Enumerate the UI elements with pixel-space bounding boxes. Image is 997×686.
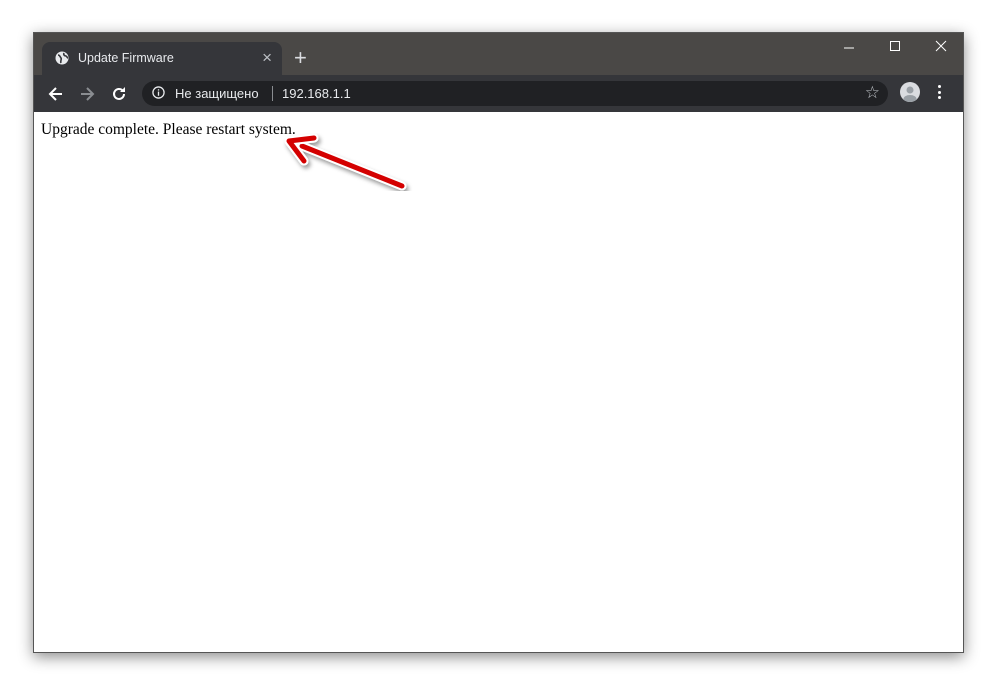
bookmark-star-icon[interactable]: ☆ — [865, 83, 880, 103]
tab-update-firmware[interactable]: Update Firmware × — [42, 42, 282, 75]
maximize-icon — [890, 41, 900, 51]
address-bar[interactable]: Не защищено 192.168.1.1 ☆ — [142, 81, 888, 106]
status-message: Upgrade complete. Please restart system. — [41, 121, 296, 138]
page-content: Upgrade complete. Please restart system. — [34, 112, 963, 652]
back-icon[interactable] — [46, 84, 66, 104]
close-window-button[interactable] — [918, 39, 964, 59]
forward-icon[interactable] — [77, 84, 97, 104]
toolbar: Не защищено 192.168.1.1 ☆ — [34, 75, 963, 112]
browser-window: Update Firmware × + Не защищено 192.168.… — [33, 32, 964, 653]
separator — [272, 86, 273, 101]
title-bar: Update Firmware × + — [34, 33, 963, 75]
close-icon — [935, 40, 947, 52]
new-tab-button[interactable]: + — [294, 45, 307, 71]
tab-title: Update Firmware — [78, 51, 174, 65]
info-icon[interactable] — [152, 86, 165, 99]
close-icon[interactable]: × — [262, 48, 272, 68]
minimize-icon — [844, 47, 854, 49]
globe-icon — [55, 51, 69, 65]
security-label[interactable]: Не защищено — [175, 86, 259, 101]
reload-icon[interactable] — [109, 84, 129, 104]
maximize-button[interactable] — [872, 39, 918, 59]
minimize-button[interactable] — [826, 39, 872, 59]
url-text[interactable]: 192.168.1.1 — [282, 86, 351, 101]
profile-avatar-icon[interactable] — [900, 82, 920, 102]
menu-kebab-icon[interactable] — [938, 85, 942, 102]
